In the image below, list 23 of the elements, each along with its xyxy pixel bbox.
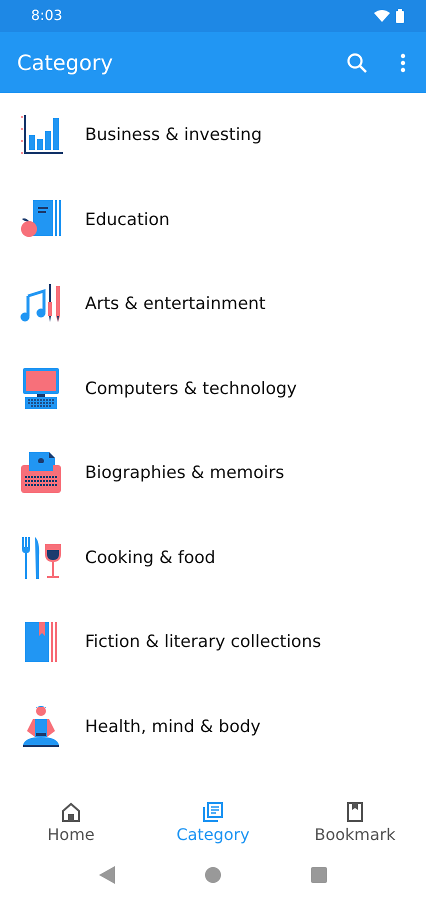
home-circle-icon[interactable] (205, 867, 221, 883)
category-item[interactable]: Cooking & food (85, 548, 216, 568)
search-icon[interactable] (346, 52, 368, 74)
category-item[interactable]: Health, mind & body (85, 716, 261, 737)
wifi-icon (374, 10, 390, 22)
category-item[interactable]: Computers & technology (85, 378, 297, 399)
app-bar-title: Category (17, 50, 114, 74)
home-icon (60, 800, 82, 822)
category-item[interactable]: Fiction & literary collections (85, 632, 322, 652)
category-item[interactable]: Business & investing (85, 125, 262, 146)
typewriter-icon (19, 451, 63, 496)
nav-tab[interactable]: Home (0, 793, 142, 851)
status-time: 8:03 (31, 8, 62, 24)
back-icon[interactable] (99, 866, 115, 884)
nav-tab[interactable]: Bookmark (284, 793, 426, 851)
stacked-pages-icon (202, 800, 224, 822)
category-item[interactable]: Education (85, 210, 170, 230)
category-item[interactable]: Biographies & memoirs (85, 463, 284, 484)
category-item[interactable]: Arts & entertainment (85, 294, 266, 314)
bookmark-icon (344, 800, 366, 822)
more-options-icon[interactable] (400, 52, 406, 72)
battery-icon (396, 9, 404, 23)
fork-knife-and-wine-glass-icon (19, 536, 63, 580)
